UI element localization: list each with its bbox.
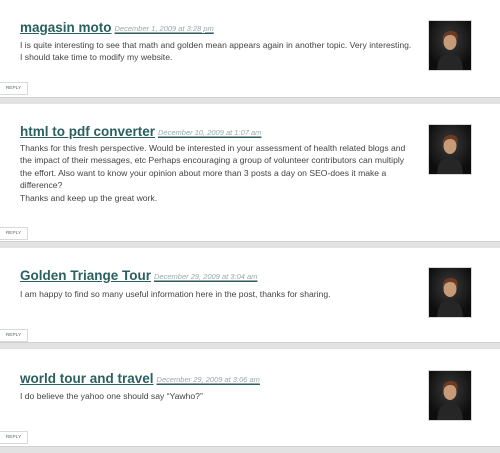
comment-text: Thanks for this fresh perspective. Would… (20, 142, 412, 204)
reply-button[interactable]: REPLY (0, 82, 28, 95)
avatar (428, 20, 472, 71)
comment-author[interactable]: magasin moto (20, 20, 112, 35)
avatar (428, 124, 472, 175)
comment-paragraph: I is quite interesting to see that math … (20, 40, 412, 63)
comment-paragraph: I am happy to find so many useful inform… (20, 289, 331, 299)
comment-author[interactable]: world tour and travel (20, 371, 154, 386)
comment-paragraph: Thanks for this fresh perspective. Would… (20, 143, 406, 191)
comment-author-link[interactable]: magasin moto December 1, 2009 at 3:28 pm (20, 20, 214, 35)
avatar (428, 370, 472, 421)
comment-date-link[interactable]: December 29, 2009 at 3:04 am (154, 272, 257, 281)
comment-author-link[interactable]: Golden Triange Tour December 29, 2009 at … (20, 268, 257, 283)
user-avatar-icon (429, 371, 471, 420)
comment-date-link[interactable]: December 10, 2009 at 1:07 am (158, 128, 261, 137)
comment-date-link[interactable]: December 29, 2009 at 3:06 am (157, 375, 260, 384)
comment-divider (0, 342, 500, 349)
comment-author[interactable]: html to pdf converter (20, 124, 155, 139)
comment-divider (0, 241, 500, 248)
comment-paragraph: I do believe the yahoo one should say “Y… (20, 391, 203, 401)
comment-author-link[interactable]: html to pdf converter December 10, 2009 a… (20, 124, 261, 139)
comment-text: I am happy to find so many useful inform… (20, 288, 412, 300)
user-avatar-icon (429, 268, 471, 317)
comment-paragraph: Thanks and keep up the great work. (20, 192, 158, 203)
comment-date-link[interactable]: December 1, 2009 at 3:28 pm (115, 24, 214, 33)
user-avatar-icon (429, 21, 471, 70)
comment-author[interactable]: Golden Triange Tour (20, 268, 151, 283)
comment-author-link[interactable]: world tour and travel December 29, 2009 a… (20, 371, 260, 386)
reply-button[interactable]: REPLY (0, 227, 28, 240)
user-avatar-icon (429, 125, 471, 174)
reply-button[interactable]: REPLY (0, 329, 28, 342)
comment-text: I is quite interesting to see that math … (20, 39, 412, 64)
comment-text: I do believe the yahoo one should say “Y… (20, 390, 412, 402)
comment-divider (0, 97, 500, 104)
reply-button[interactable]: REPLY (0, 431, 28, 444)
avatar (428, 267, 472, 318)
